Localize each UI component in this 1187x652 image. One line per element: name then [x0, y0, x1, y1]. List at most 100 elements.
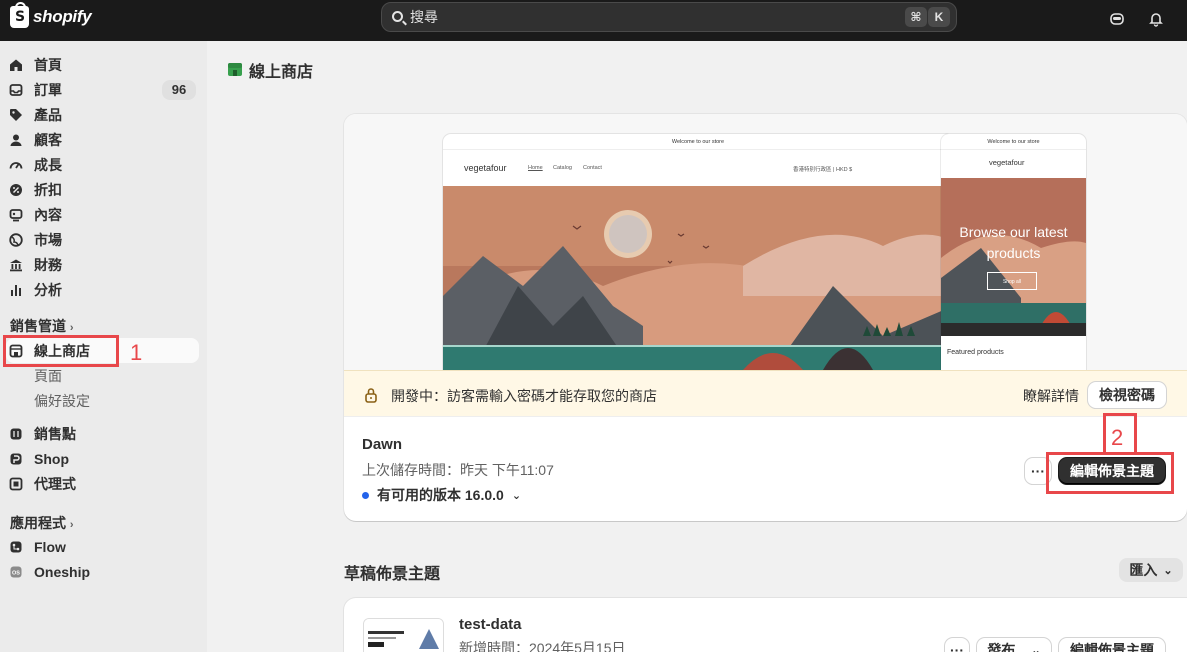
- preview-currency: 香港特別行政區 | HKD $: [793, 167, 853, 173]
- draft-more-actions-button[interactable]: ···: [945, 638, 969, 652]
- sidebar-item-label: 財務: [34, 257, 62, 273]
- import-button[interactable]: 匯入 ⌄: [1119, 558, 1183, 582]
- sidebar-item-home[interactable]: 首頁: [8, 53, 62, 77]
- annotation-number-1: 1: [130, 340, 143, 365]
- sidebar-subitem-pages[interactable]: 頁面: [34, 365, 62, 387]
- sidebar-item-pos[interactable]: 銷售點: [8, 422, 76, 446]
- oneship-icon: OS: [8, 564, 24, 580]
- mobile-hero-text: Browse our latest products: [959, 224, 1068, 261]
- sidebar-item-label: 產品: [34, 107, 62, 123]
- person-icon: [8, 132, 24, 148]
- globe-icon: [8, 232, 24, 248]
- theme-preview[interactable]: Welcome to our store vegetafour Home Cat…: [344, 114, 1187, 370]
- chevron-down-icon: ⌄: [511, 489, 522, 502]
- preview-nav-catalog: Catalog: [553, 165, 572, 171]
- chevron-down-icon[interactable]: ⌄: [1031, 644, 1040, 652]
- draft-theme-thumbnail[interactable]: [363, 618, 444, 652]
- sidebar-item-oneship[interactable]: OS Oneship: [8, 560, 90, 584]
- status-dot: [362, 491, 369, 499]
- bell-icon[interactable]: [1145, 8, 1167, 30]
- draft-edit-theme-button[interactable]: 編輯佈景主題: [1059, 638, 1165, 652]
- sidebar-item-label: 首頁: [34, 57, 62, 73]
- annotation-number-2: 2: [1111, 425, 1124, 450]
- shopify-bag-icon: [10, 2, 29, 28]
- bank-icon: [8, 257, 24, 273]
- sidebar-item-markets[interactable]: 市場: [8, 228, 62, 252]
- command-key-icon: ⌘: [905, 7, 927, 27]
- sidebar-item-label: 代理式: [34, 476, 76, 492]
- search-icon: [392, 11, 403, 22]
- sidebar-item-label: 分析: [34, 282, 62, 298]
- sidebar-item-label: Flow: [34, 539, 66, 555]
- page-header: 線上商店: [227, 58, 313, 82]
- search-bar[interactable]: ⌘ K: [381, 2, 957, 32]
- k-key: K: [928, 7, 950, 27]
- page-title: 線上商店: [249, 64, 314, 81]
- sidebar-item-discounts[interactable]: 折扣: [8, 178, 62, 202]
- lock-icon: [364, 387, 378, 406]
- sidebar-item-label: 成長: [34, 157, 62, 173]
- current-theme-saved-time: 上次儲存時間：昨天 下午11:07: [362, 462, 554, 478]
- hero-landscape-image: [443, 186, 953, 370]
- sidebar-item-content[interactable]: 內容: [8, 203, 62, 227]
- sidebar-item-label: 內容: [34, 207, 62, 223]
- svg-text:OS: OS: [12, 571, 20, 577]
- publish-button[interactable]: 發布 ⌄: [977, 638, 1051, 652]
- brand-name: shopify: [33, 7, 92, 26]
- draft-theme-name: test-data: [459, 616, 522, 633]
- orders-count-badge: 96: [162, 80, 196, 100]
- draft-themes-heading: 草稿佈景主題: [344, 566, 441, 583]
- publish-label: 發布: [987, 642, 1016, 652]
- sidebar-item-label: 銷售點: [34, 426, 76, 442]
- sidebar-item-products[interactable]: 產品: [8, 103, 62, 127]
- chevron-right-icon: ›: [69, 519, 74, 531]
- shopify-logo[interactable]: shopify: [10, 2, 92, 28]
- mobile-preview: Welcome to our store vegetafour Browse o…: [941, 134, 1086, 370]
- sidebar-item-label: 訂單: [34, 82, 62, 98]
- draft-theme-card: test-data 新增時間：2024年5月15日 ··· 發布 ⌄ 編輯佈景主…: [344, 598, 1187, 652]
- apps-heading[interactable]: 應用程式 ›: [10, 513, 74, 533]
- chevron-right-icon: ›: [69, 322, 74, 334]
- sidebar-item-agentic[interactable]: 代理式: [8, 472, 76, 496]
- pos-icon: [8, 426, 24, 442]
- sales-channels-heading[interactable]: 銷售管道 ›: [10, 316, 74, 336]
- annotation-box-1: [3, 335, 119, 367]
- sidebar-item-orders[interactable]: 訂單: [8, 78, 62, 102]
- online-store-icon: [227, 61, 243, 80]
- draft-theme-date: 新增時間：2024年5月15日: [459, 640, 626, 652]
- sidebar-item-label: Oneship: [34, 564, 91, 580]
- home-icon: [8, 57, 24, 73]
- sidebar-item-label: 市場: [34, 232, 62, 248]
- sidebar-item-analytics[interactable]: 分析: [8, 278, 62, 302]
- preview-announcement: Welcome to our store: [443, 134, 953, 150]
- tag-icon: [8, 107, 24, 123]
- gauge-icon: [8, 157, 24, 173]
- sidebar-item-customers[interactable]: 顧客: [8, 128, 62, 152]
- theme-version-update[interactable]: 有可用的版本 16.0.0 ⌄: [362, 485, 521, 505]
- top-bar: shopify ⌘ K: [0, 0, 1187, 41]
- sidebar-item-growth[interactable]: 成長: [8, 153, 62, 177]
- assistant-icon[interactable]: [1106, 8, 1128, 30]
- content-icon: [8, 207, 24, 223]
- chevron-down-icon: ⌄: [1163, 564, 1173, 577]
- sidebar-subitem-preferences[interactable]: 偏好設定: [34, 390, 90, 412]
- mobile-preview-brand: vegetafour: [989, 158, 1025, 167]
- sidebar-item-flow[interactable]: Flow: [8, 535, 66, 559]
- shop-icon: [8, 451, 24, 467]
- annotation-box-2: [1046, 452, 1174, 494]
- sidebar-item-finance[interactable]: 財務: [8, 253, 62, 277]
- bar-chart-icon: [8, 282, 24, 298]
- mobile-featured-label: Featured products: [947, 349, 1004, 356]
- development-banner: 開發中：訪客需輸入密碼才能存取您的商店 瞭解詳情 檢視密碼: [344, 370, 1187, 417]
- agentic-icon: [8, 476, 24, 492]
- view-password-button[interactable]: 檢視密碼: [1088, 382, 1166, 408]
- import-label: 匯入: [1129, 562, 1158, 578]
- inbox-icon: [8, 82, 24, 98]
- mobile-preview-announcement: Welcome to our store: [941, 134, 1086, 150]
- sidebar-item-shop[interactable]: Shop: [8, 447, 69, 471]
- preview-nav-contact: Contact: [583, 165, 602, 171]
- learn-more-link[interactable]: 瞭解詳情: [1023, 386, 1079, 406]
- preview-nav-home: Home: [528, 165, 543, 171]
- search-input[interactable]: [410, 6, 880, 28]
- flow-icon: [8, 539, 24, 555]
